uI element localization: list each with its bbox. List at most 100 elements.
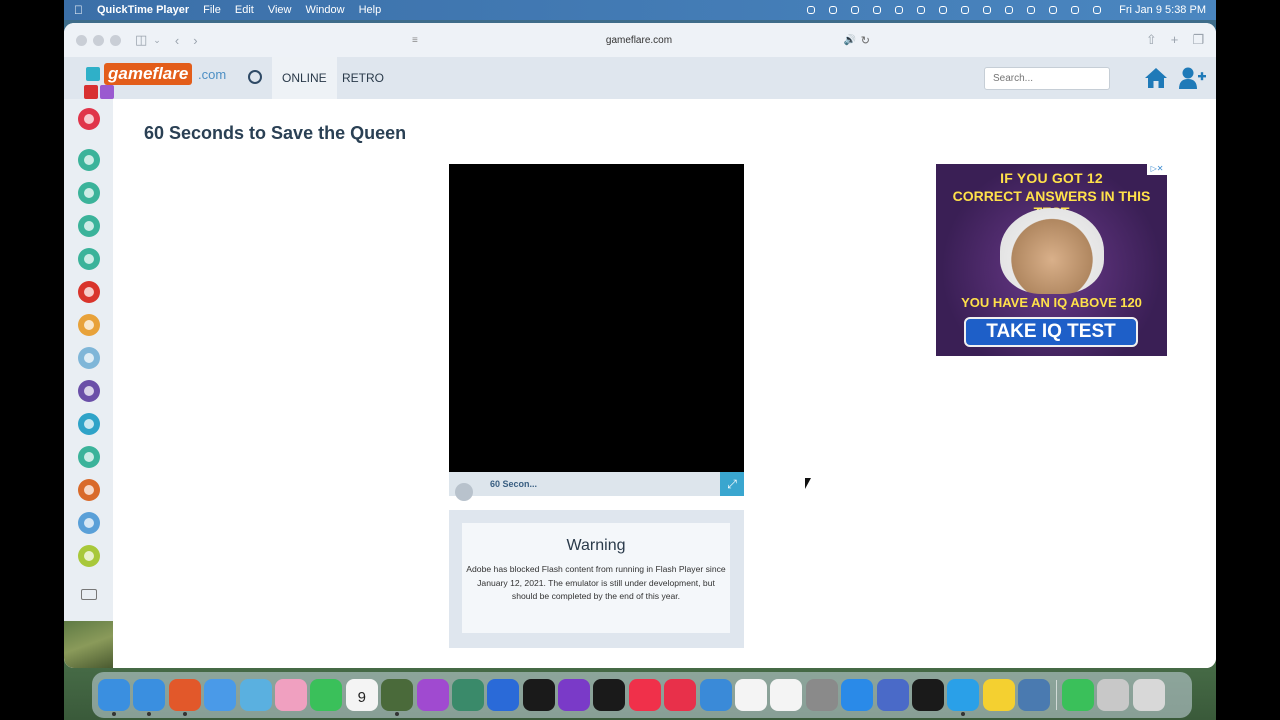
warning-box: Warning Adobe has blocked Flash content … [462,523,730,633]
app-store-icon[interactable] [841,679,874,711]
clock-icon[interactable] [735,679,768,711]
spotlight-search-icon[interactable] [1069,5,1081,15]
game-player[interactable] [449,164,744,472]
ad-choices-icon[interactable]: ▷✕ [1147,164,1167,175]
category-icon[interactable] [78,413,100,435]
menu-view[interactable]: View [268,4,292,16]
category-icon[interactable] [78,149,100,171]
brightness-icon[interactable] [827,5,839,15]
category-icon[interactable] [78,215,100,237]
tab-online[interactable]: ONLINE [272,57,337,99]
volume-icon[interactable] [915,5,927,15]
news-icon[interactable] [81,589,97,600]
category-icon[interactable] [78,314,100,336]
battery-icon[interactable] [1003,5,1015,15]
share-icon[interactable]: ⇧ [1146,32,1157,48]
minimize-window-button[interactable] [93,34,104,46]
stage-manager-icon[interactable] [937,5,949,15]
zoom-window-button[interactable] [110,34,121,46]
tab-retro[interactable]: RETRO [332,57,394,99]
new-tab-icon[interactable]: + [1171,32,1179,48]
game-thumbnail[interactable] [64,621,113,668]
trash-icon[interactable] [1132,679,1165,711]
zombie-icon[interactable] [78,545,100,567]
app-menu[interactable]: QuickTime Player [97,4,189,16]
gamepad-icon[interactable] [78,248,100,270]
reload-icon[interactable]: ↻ [861,34,870,47]
warning-title: Warning [566,537,626,554]
phone-icon[interactable] [1061,679,1094,711]
app-icon[interactable] [1097,679,1130,711]
news-icon[interactable] [770,679,803,711]
add-user-icon[interactable] [1178,66,1206,90]
facetime-icon[interactable] [310,679,343,711]
tab-audio-icon[interactable]: 🔊 [844,35,856,46]
menu-clock[interactable]: Fri Jan 9 5:38 PM [1119,4,1206,16]
firefox-icon[interactable] [168,679,201,716]
menu-help[interactable]: Help [359,4,382,16]
forward-button[interactable]: › [193,33,197,48]
category-icon[interactable] [78,380,100,402]
back-button[interactable]: ‹ [175,33,179,48]
focus-moon-icon[interactable] [871,5,883,15]
globe-icon[interactable] [248,70,262,84]
app-icon[interactable] [451,679,484,711]
voice-memos-icon[interactable] [522,679,555,711]
sidebar-toggle-icon[interactable]: ◫ [135,32,147,48]
advertisement[interactable]: IF YOU GOT 12 CORRECT ANSWERS IN THIS TE… [936,164,1167,356]
reader-icon[interactable]: ≡ [412,35,418,46]
safari-icon[interactable] [133,679,166,716]
notes-icon[interactable] [982,679,1015,711]
wifi-icon[interactable] [1025,5,1037,15]
calendar-icon[interactable]: 9 [345,679,378,711]
search-input[interactable] [984,67,1110,90]
apple-tv-icon[interactable] [593,679,626,711]
app-icon[interactable] [911,679,944,711]
display-icon[interactable] [959,5,971,15]
bluetooth-icon[interactable] [487,679,520,711]
photos-icon[interactable] [274,679,307,711]
airdrop-icon[interactable] [849,5,861,15]
warning-text: Adobe has blocked Flash content from run… [466,564,726,602]
crosshair-icon[interactable] [78,446,100,468]
mail-icon[interactable] [204,679,237,711]
menu-edit[interactable]: Edit [235,4,254,16]
category-icon[interactable] [78,182,100,204]
menu-icon[interactable] [455,483,473,501]
record-icon[interactable] [805,5,817,15]
chevron-down-icon[interactable]: ⌄ [153,35,161,46]
now-playing-icon[interactable] [981,5,993,15]
app-icon[interactable] [876,679,909,711]
finder-icon[interactable] [98,679,130,716]
music-icon[interactable] [628,679,661,711]
toolbar-right: ⇧ + ❐ [1146,32,1204,48]
control-center-icon[interactable] [1091,5,1103,15]
user-icon[interactable] [1047,5,1059,15]
maps-icon[interactable] [239,679,272,711]
address-bar[interactable]: ≡ gameflare.com 🔊 ↻ [404,29,874,51]
category-icon[interactable] [78,281,100,303]
system-settings-icon[interactable] [805,679,838,711]
menu-window[interactable]: Window [305,4,344,16]
site-logo[interactable]: gameflare .com [80,61,230,99]
fullscreen-icon[interactable]: ⤢ [720,472,744,496]
app-icon[interactable] [664,679,697,711]
apple-menu-icon[interactable]:  [74,3,83,17]
menu-file[interactable]: File [203,4,221,16]
vpn-icon[interactable] [893,5,905,15]
ad-cta-button[interactable]: TAKE IQ TEST [964,317,1138,347]
logo-text: gameflare [104,63,193,85]
play-icon[interactable] [78,108,100,130]
tab-overview-icon[interactable]: ❐ [1192,32,1204,48]
app-icon[interactable] [1018,679,1051,711]
quicktime-icon[interactable] [947,679,980,716]
app-icon[interactable] [381,679,414,716]
home-icon[interactable] [1144,67,1168,89]
castle-icon[interactable] [78,512,100,534]
weather-icon[interactable] [699,679,732,711]
podcasts-icon[interactable] [416,679,449,711]
close-window-button[interactable] [76,34,87,46]
football-icon[interactable] [78,479,100,501]
category-icon[interactable] [78,347,100,369]
shortcuts-icon[interactable] [558,679,591,711]
